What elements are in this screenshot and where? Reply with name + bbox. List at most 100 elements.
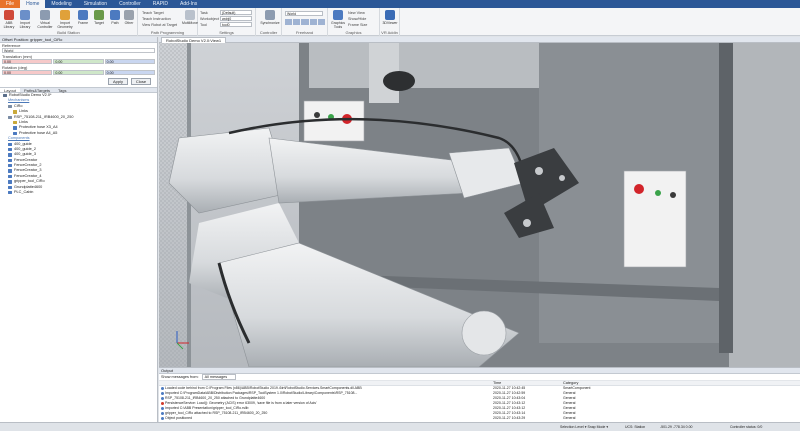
ribbon: ABB Library Import Library Virtual Contr…	[0, 8, 800, 36]
other-icon	[124, 10, 134, 20]
jog-linear-icon[interactable]	[309, 19, 317, 25]
tab-home[interactable]: Home	[20, 0, 46, 8]
tab-file[interactable]: File	[0, 0, 21, 8]
move-icon[interactable]	[285, 19, 293, 25]
message-level-icon	[161, 416, 164, 420]
tab-rapid[interactable]: RAPID	[147, 0, 174, 8]
button-green-right	[655, 190, 661, 196]
output-row[interactable]: Object positioned 2020-11-27 10:43:29 Gene…	[159, 416, 800, 421]
tab-modeling[interactable]: Modeling	[45, 0, 77, 8]
component-icon	[8, 158, 12, 163]
freehand-reference-select[interactable]: World	[285, 11, 323, 16]
synchronize-button[interactable]: Synchronize	[260, 10, 280, 25]
component-icon	[8, 180, 12, 184]
rotation-z-field[interactable]: 0.00	[104, 70, 155, 75]
component-icon	[8, 164, 12, 168]
component-icon	[3, 94, 7, 98]
workobject-select[interactable]: wobj0	[220, 16, 252, 21]
task-select[interactable]: (Default)	[220, 10, 252, 15]
rotate-icon[interactable]	[293, 19, 301, 25]
component-icon	[8, 142, 12, 146]
controller-icon	[40, 10, 50, 20]
view-robot-at-target-button[interactable]: View Robot at Target	[142, 22, 177, 28]
virtual-controller-button[interactable]: Virtual Controller	[36, 10, 54, 29]
layout-tree: RobotStudio Demo V2.0* Mechanisms CiRo Link…	[0, 93, 157, 195]
frame-button[interactable]: Frame	[76, 10, 90, 25]
tree-node[interactable]: PLC_Cabin	[0, 190, 157, 195]
control-box-right	[623, 170, 687, 268]
multimove-button[interactable]: MultiMove	[182, 10, 198, 25]
translation-x-field[interactable]: 0.00	[2, 59, 53, 64]
component-icon	[8, 153, 12, 157]
group-label-build-station: Build Station	[57, 30, 80, 35]
upper-gripper	[383, 71, 415, 91]
cabinet-side	[729, 43, 800, 367]
multi-robot-jog-icon[interactable]	[317, 19, 326, 25]
component-icon	[8, 191, 12, 195]
message-level-icon	[161, 391, 164, 395]
output-filter: Show messages from: All messages	[159, 374, 800, 381]
cabinet-top	[309, 43, 539, 88]
message-level-icon	[161, 411, 164, 415]
tab-simulation[interactable]: Simulation	[78, 0, 113, 8]
tool-select[interactable]: tool0	[220, 22, 252, 27]
graphics-tools-button[interactable]: Graphics Tools	[330, 10, 346, 29]
group-settings: Task (Default) Workobject wobj0 Tool too…	[198, 8, 256, 36]
other-button[interactable]: Other	[122, 10, 136, 25]
component-icon	[13, 120, 17, 125]
import-geometry-button[interactable]: Import Geometry	[56, 10, 74, 29]
component-icon	[8, 185, 12, 190]
filter-select[interactable]: All messages	[201, 374, 237, 380]
group-label-path-programming: Path Programming	[150, 30, 185, 35]
apply-button[interactable]: Apply	[108, 78, 128, 85]
tab-tags[interactable]: Tags	[54, 88, 70, 93]
component-icon	[13, 126, 17, 130]
close-button[interactable]: Close	[131, 78, 151, 85]
group-label-graphics: Graphics	[345, 30, 362, 35]
group-label-settings: Settings	[219, 30, 234, 35]
translation-z-field[interactable]: 0.00	[104, 59, 155, 64]
target-button[interactable]: Target	[92, 10, 106, 25]
group-path-programming: Teach Target Teach Instruction View Robo…	[138, 8, 198, 36]
switch-black-right	[670, 192, 676, 198]
component-icon	[8, 147, 12, 152]
tab-layout[interactable]: Layout	[0, 88, 21, 93]
import-library-button[interactable]: Import Library	[18, 10, 32, 29]
abb-library-button[interactable]: ABB Library	[2, 10, 16, 29]
group-graphics: Graphics Tools New View Show/Hide Frame …	[328, 8, 380, 36]
group-label-vr: VR Addin	[381, 30, 398, 35]
tab-controller[interactable]: Controller	[113, 0, 147, 8]
target-icon	[94, 10, 104, 20]
rotation-y-field[interactable]: 0.00	[53, 70, 104, 75]
freehand-tools	[285, 19, 326, 25]
output-time: 2020-11-27 10:43:29	[493, 416, 526, 420]
path-button[interactable]: Path	[108, 10, 122, 25]
rotation-x-field[interactable]: 0.00	[2, 70, 53, 75]
reference-select[interactable]: World	[2, 48, 155, 53]
tab-paths-targets[interactable]: Paths&Targets	[20, 88, 54, 93]
component-icon	[13, 110, 17, 114]
group-label-controller: Controller	[259, 30, 278, 35]
geometry-icon	[60, 10, 70, 20]
component-icon	[13, 131, 17, 136]
multimove-icon	[185, 10, 195, 20]
frame-size-button[interactable]: Frame Size	[348, 22, 367, 28]
component-icon	[8, 169, 12, 173]
3dviewer-button[interactable]: 3DViewer	[382, 10, 398, 25]
output-window: Output Show messages from: All messages …	[159, 367, 800, 422]
message-level-icon	[161, 406, 164, 410]
tool-label: Tool	[200, 23, 207, 27]
group-label-freehand: Freehand	[295, 30, 314, 35]
tab-add-ins[interactable]: Add-Ins	[174, 0, 203, 8]
message-level-icon	[161, 386, 164, 390]
synchronize-icon	[265, 10, 275, 20]
translation-y-field[interactable]: 0.00	[53, 59, 104, 64]
3dviewer-icon	[385, 10, 395, 20]
emergency-stop-right	[634, 184, 644, 194]
3d-viewport[interactable]: RobotStudio Demo V2.0:View1	[159, 37, 800, 367]
message-level-icon	[161, 401, 164, 405]
group-build-station: ABB Library Import Library Virtual Contr…	[0, 8, 138, 36]
robot-scene[interactable]	[159, 43, 800, 367]
group-controller: Synchronize Controller	[256, 8, 282, 36]
jog-joint-icon[interactable]	[301, 19, 309, 25]
